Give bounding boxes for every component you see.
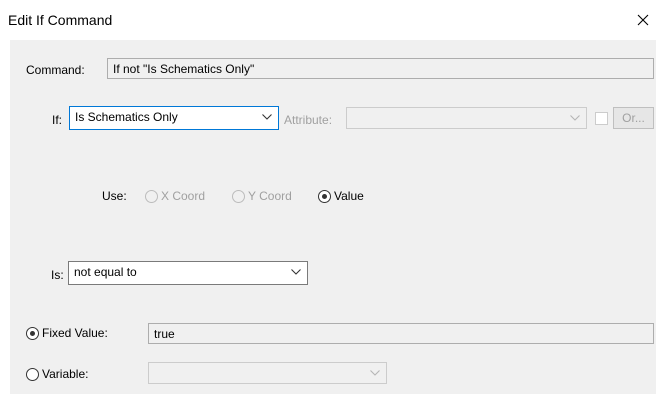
- if-condition-value: Is Schematics Only: [75, 110, 178, 124]
- fixed-value-text: true: [154, 327, 175, 341]
- variable-label: Variable:: [42, 367, 89, 381]
- operator-value: not equal to: [74, 265, 137, 279]
- if-label: If:: [52, 113, 63, 127]
- variable-radio[interactable]: [26, 368, 39, 381]
- attribute-checkbox[interactable]: [595, 112, 608, 125]
- close-icon: [637, 14, 649, 26]
- y-coord-label: Y Coord: [248, 189, 292, 203]
- fixed-value-radio[interactable]: [26, 327, 39, 340]
- title-bar: Edit If Command: [0, 0, 666, 40]
- use-label: Use:: [102, 189, 127, 203]
- radio-selected-dot: [30, 331, 35, 336]
- x-coord-radio[interactable]: [145, 190, 158, 203]
- chevron-down-icon: [570, 115, 580, 121]
- operator-dropdown[interactable]: not equal to: [68, 261, 308, 285]
- dialog-body: Command: If not "Is Schematics Only" If:…: [10, 40, 656, 394]
- chevron-down-icon: [370, 370, 380, 376]
- chevron-down-icon: [262, 114, 272, 120]
- window-title: Edit If Command: [8, 12, 113, 28]
- command-value: If not "Is Schematics Only": [113, 62, 255, 76]
- command-field: If not "Is Schematics Only": [107, 58, 654, 79]
- variable-dropdown[interactable]: [148, 362, 387, 384]
- command-label: Command:: [26, 63, 85, 77]
- value-radio[interactable]: [318, 190, 331, 203]
- is-label: Is:: [51, 268, 64, 282]
- attribute-dropdown[interactable]: [346, 107, 587, 129]
- value-label: Value: [334, 189, 364, 203]
- close-button[interactable]: [620, 0, 666, 40]
- chevron-down-icon: [291, 269, 301, 275]
- if-condition-dropdown[interactable]: Is Schematics Only: [69, 106, 279, 130]
- fixed-value-field[interactable]: true: [148, 323, 654, 344]
- fixed-value-label: Fixed Value:: [42, 326, 108, 340]
- or-button[interactable]: Or...: [613, 107, 654, 129]
- y-coord-radio[interactable]: [232, 190, 245, 203]
- x-coord-label: X Coord: [161, 189, 206, 203]
- attribute-label: Attribute:: [284, 113, 333, 127]
- radio-selected-dot: [322, 194, 327, 199]
